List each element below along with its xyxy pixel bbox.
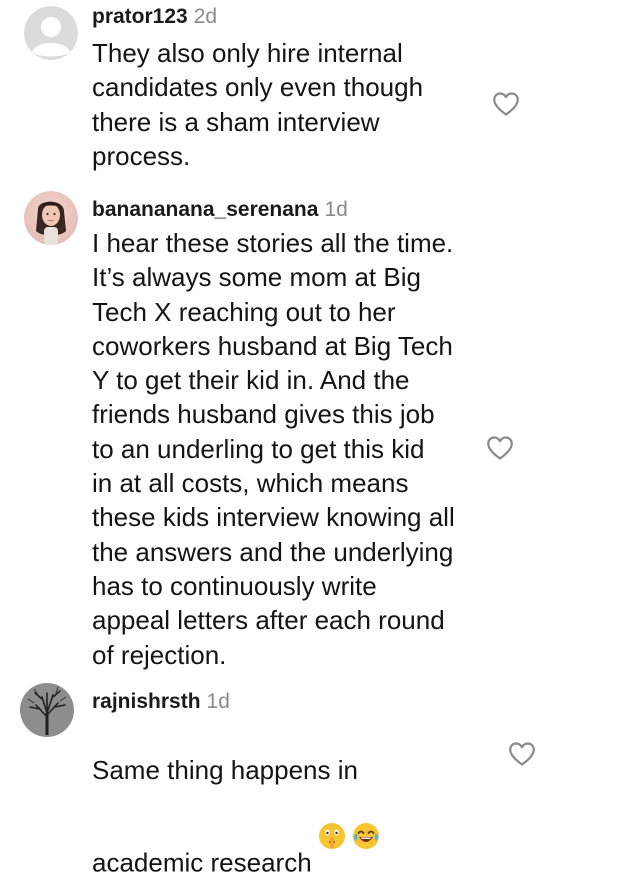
- heart-outline-icon[interactable]: [508, 741, 536, 767]
- timestamp[interactable]: 1d: [207, 690, 230, 713]
- comment-text: Same thing happens in academic research: [92, 719, 380, 879]
- timestamp[interactable]: 1d: [324, 198, 347, 221]
- comment-text: I hear these stories all the time. It’s …: [92, 228, 455, 670]
- timestamp[interactable]: 2d: [194, 5, 217, 28]
- heart-outline-icon[interactable]: [486, 435, 514, 461]
- comment-header: rajnishrsth 1d: [92, 689, 230, 715]
- tears-of-joy-emoji: [352, 788, 380, 849]
- heart-outline-icon[interactable]: [492, 91, 520, 117]
- comment-text-content: Same thing happens in academic research: [92, 755, 358, 877]
- tree-photo-avatar[interactable]: [20, 683, 74, 737]
- username[interactable]: rajnishrsth: [92, 690, 201, 713]
- username[interactable]: banananana_serenana: [92, 198, 318, 221]
- default-avatar-icon[interactable]: [24, 6, 78, 60]
- shushing-face-emoji: [318, 788, 346, 849]
- profile-photo-avatar[interactable]: [24, 191, 78, 245]
- comment-text: They also only hire internal candidates …: [92, 38, 424, 171]
- username[interactable]: prator123: [92, 5, 188, 28]
- comment-header: banananana_serenana 1d: [92, 197, 348, 223]
- comment-header: prator123 2d: [92, 4, 217, 30]
